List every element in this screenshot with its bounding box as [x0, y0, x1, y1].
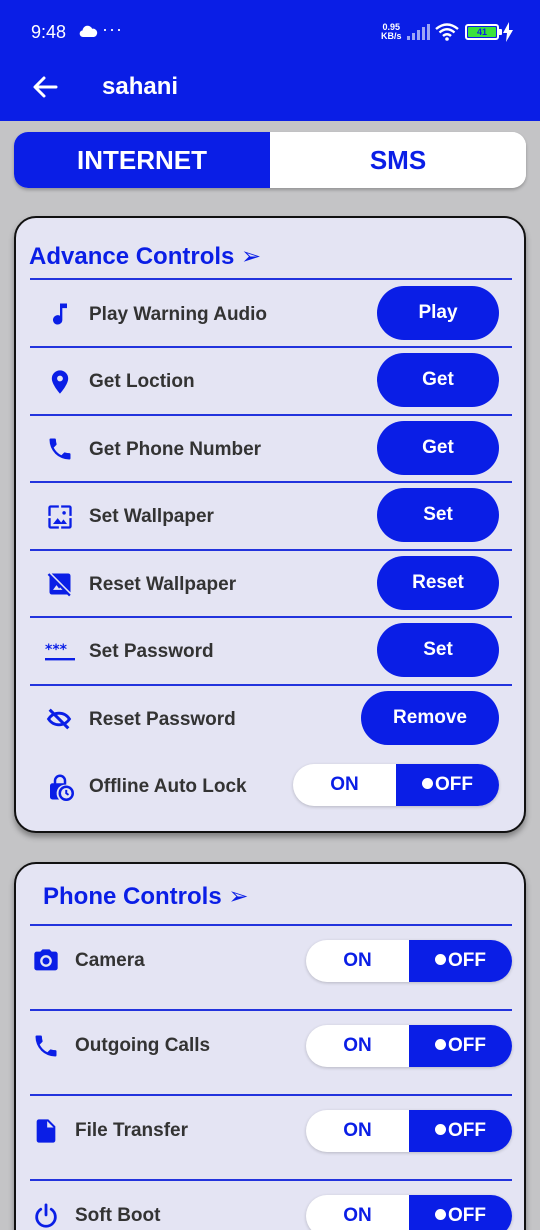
selected-dot-icon [422, 778, 433, 789]
toggle-on-option[interactable]: ON [306, 1025, 409, 1067]
toggle-on-option[interactable]: ON [306, 1110, 409, 1152]
toggle-off-option[interactable]: OFF [409, 1195, 512, 1230]
row-label-get-phone-number: Get Phone Number [89, 439, 262, 460]
status-bar: 9:48 ··· 0.95 KB/s 41 [0, 0, 540, 62]
row-label-reset-password: Reset Password [89, 709, 236, 730]
row-label-soft-boot: Soft Boot [75, 1205, 161, 1226]
cloud-icon [79, 25, 98, 38]
row-label-outgoing-calls: Outgoing Calls [75, 1035, 211, 1056]
phone-controls-title: Phone Controls ➢ [43, 883, 249, 910]
remove-password-button[interactable]: Remove [361, 691, 499, 745]
back-arrow-icon[interactable] [30, 72, 60, 102]
hide-password-icon [46, 708, 72, 730]
selected-dot-icon [435, 954, 446, 965]
battery-icon: 41 [465, 24, 502, 40]
tab-internet[interactable]: INTERNET [14, 132, 270, 188]
row-label-file-transfer: File Transfer [75, 1120, 188, 1141]
status-time: 9:48 [31, 22, 67, 42]
divider [30, 684, 512, 686]
advance-controls-title: Advance Controls ➢ [29, 243, 262, 270]
set-password-button[interactable]: Set [377, 623, 499, 677]
toggle-on-option[interactable]: ON [306, 940, 409, 982]
file-transfer-toggle[interactable]: ON OFF [306, 1110, 512, 1152]
toggle-off-label: OFF [448, 950, 486, 971]
tab-sms[interactable]: SMS [270, 132, 526, 188]
more-notifications-icon: ··· [102, 19, 123, 39]
toggle-off-label: OFF [448, 1120, 486, 1141]
wallpaper-icon [48, 505, 72, 529]
phone-controls-card: Phone Controls ➢ Camera ON OFF Outgoing … [14, 862, 526, 1230]
offline-auto-lock-toggle[interactable]: ON OFF [293, 764, 499, 806]
password-icon: *** [45, 642, 75, 661]
toggle-off-option[interactable]: OFF [396, 764, 499, 806]
location-pin-icon [51, 370, 69, 394]
toggle-off-label: OFF [448, 1035, 486, 1056]
soft-boot-toggle[interactable]: ON OFF [306, 1195, 512, 1230]
phone-icon [49, 438, 71, 460]
divider [30, 616, 512, 618]
divider [30, 1179, 512, 1181]
advance-controls-card: Advance Controls ➢ Play Warning Audio Pl… [14, 216, 526, 833]
row-label-set-wallpaper: Set Wallpaper [89, 506, 214, 527]
set-wallpaper-button[interactable]: Set [377, 488, 499, 542]
get-location-button[interactable]: Get [377, 353, 499, 407]
row-label-offline-auto-lock: Offline Auto Lock [89, 776, 247, 797]
divider [30, 1094, 512, 1096]
toggle-off-option[interactable]: OFF [409, 1110, 512, 1152]
toggle-on-option[interactable]: ON [306, 1195, 409, 1230]
page-title: sahani [102, 73, 179, 100]
no-image-icon [47, 573, 71, 597]
net-speed-unit: KB/s [381, 31, 402, 41]
app-header: 9:48 ··· 0.95 KB/s 41 sahani [0, 0, 540, 121]
divider [30, 924, 512, 926]
toggle-off-label: OFF [448, 1205, 486, 1226]
divider [30, 414, 512, 416]
power-icon [35, 1203, 57, 1228]
selected-dot-icon [435, 1209, 446, 1220]
divider [30, 278, 512, 280]
lock-clock-icon [50, 774, 74, 801]
divider [30, 481, 512, 483]
phone-icon [35, 1035, 57, 1057]
svg-text:***: *** [45, 642, 68, 658]
selected-dot-icon [435, 1039, 446, 1050]
toggle-off-option[interactable]: OFF [409, 1025, 512, 1067]
divider [30, 346, 512, 348]
toggle-off-label: OFF [435, 774, 473, 795]
camera-icon [34, 949, 58, 971]
music-note-icon [53, 303, 67, 325]
get-phone-number-button[interactable]: Get [377, 421, 499, 475]
selected-dot-icon [435, 1124, 446, 1135]
toggle-off-option[interactable]: OFF [409, 940, 512, 982]
file-icon [36, 1119, 56, 1143]
row-label-get-location: Get Loction [89, 371, 195, 392]
reset-wallpaper-button[interactable]: Reset [377, 556, 499, 610]
wifi-icon [435, 23, 459, 41]
divider [30, 1009, 512, 1011]
play-warning-audio-button[interactable]: Play [377, 286, 499, 340]
row-label-play-warning-audio: Play Warning Audio [89, 304, 268, 325]
mode-tabs: INTERNET SMS [14, 132, 526, 188]
row-label-camera: Camera [75, 950, 145, 971]
toggle-on-option[interactable]: ON [293, 764, 396, 806]
outgoing-calls-toggle[interactable]: ON OFF [306, 1025, 512, 1067]
divider [30, 549, 512, 551]
battery-level: 41 [468, 27, 496, 37]
charging-icon [503, 22, 513, 42]
signal-icon [407, 24, 430, 40]
net-speed: 0.95 KB/s [381, 23, 402, 41]
camera-toggle[interactable]: ON OFF [306, 940, 512, 982]
row-label-reset-wallpaper: Reset Wallpaper [89, 574, 237, 595]
row-label-set-password: Set Password [89, 641, 214, 662]
